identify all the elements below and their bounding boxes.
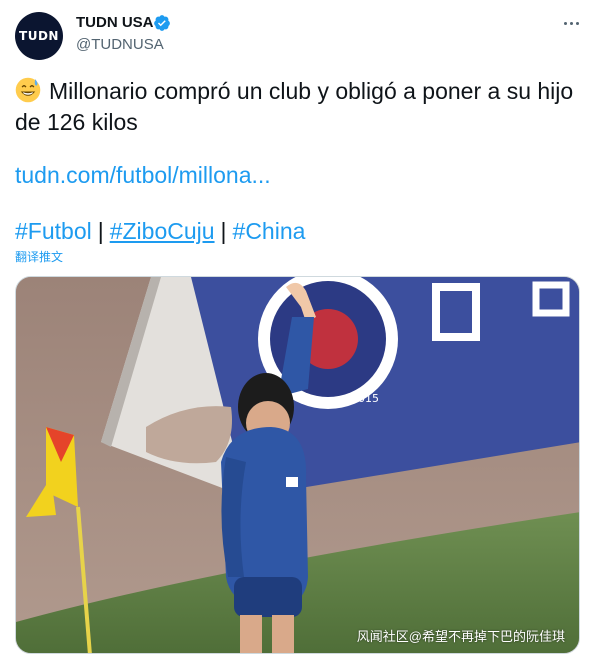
author-handle[interactable]: @TUDNUSA xyxy=(76,36,164,53)
article-link[interactable]: tudn.com/futbol/millona... xyxy=(15,162,271,189)
hashtag-futbol[interactable]: #Futbol xyxy=(15,218,92,244)
hashtag-separator: | xyxy=(220,218,227,244)
author-name[interactable]: TUDN USA xyxy=(76,14,154,31)
crest-year: 2015 xyxy=(351,392,379,405)
verified-badge-icon xyxy=(154,15,170,31)
tweet-photo[interactable]: 2015 风闻社区@希望不再掉下巴的阮佳琪 xyxy=(15,276,580,654)
more-options-icon[interactable] xyxy=(556,12,586,34)
grinning-sweat-emoji-icon xyxy=(15,77,41,103)
translate-tweet-link[interactable]: 翻译推文 xyxy=(15,248,63,265)
tweet-body: Millonario compró un club y obligó a pon… xyxy=(15,78,574,135)
avatar-logo-text: TUDN xyxy=(19,29,59,43)
photo-scene: 2015 xyxy=(16,277,579,653)
hashtag-row: #Futbol | #ZiboCuju | #China xyxy=(15,218,305,245)
photo-watermark: 风闻社区@希望不再掉下巴的阮佳琪 xyxy=(356,629,565,644)
hashtag-china[interactable]: #China xyxy=(233,218,306,244)
tweet-text: Millonario compró un club y obligó a pon… xyxy=(15,76,580,138)
hashtag-zibocuju[interactable]: #ZiboCuju xyxy=(110,218,215,244)
avatar[interactable]: TUDN xyxy=(15,12,63,60)
hashtag-separator: | xyxy=(97,218,104,244)
